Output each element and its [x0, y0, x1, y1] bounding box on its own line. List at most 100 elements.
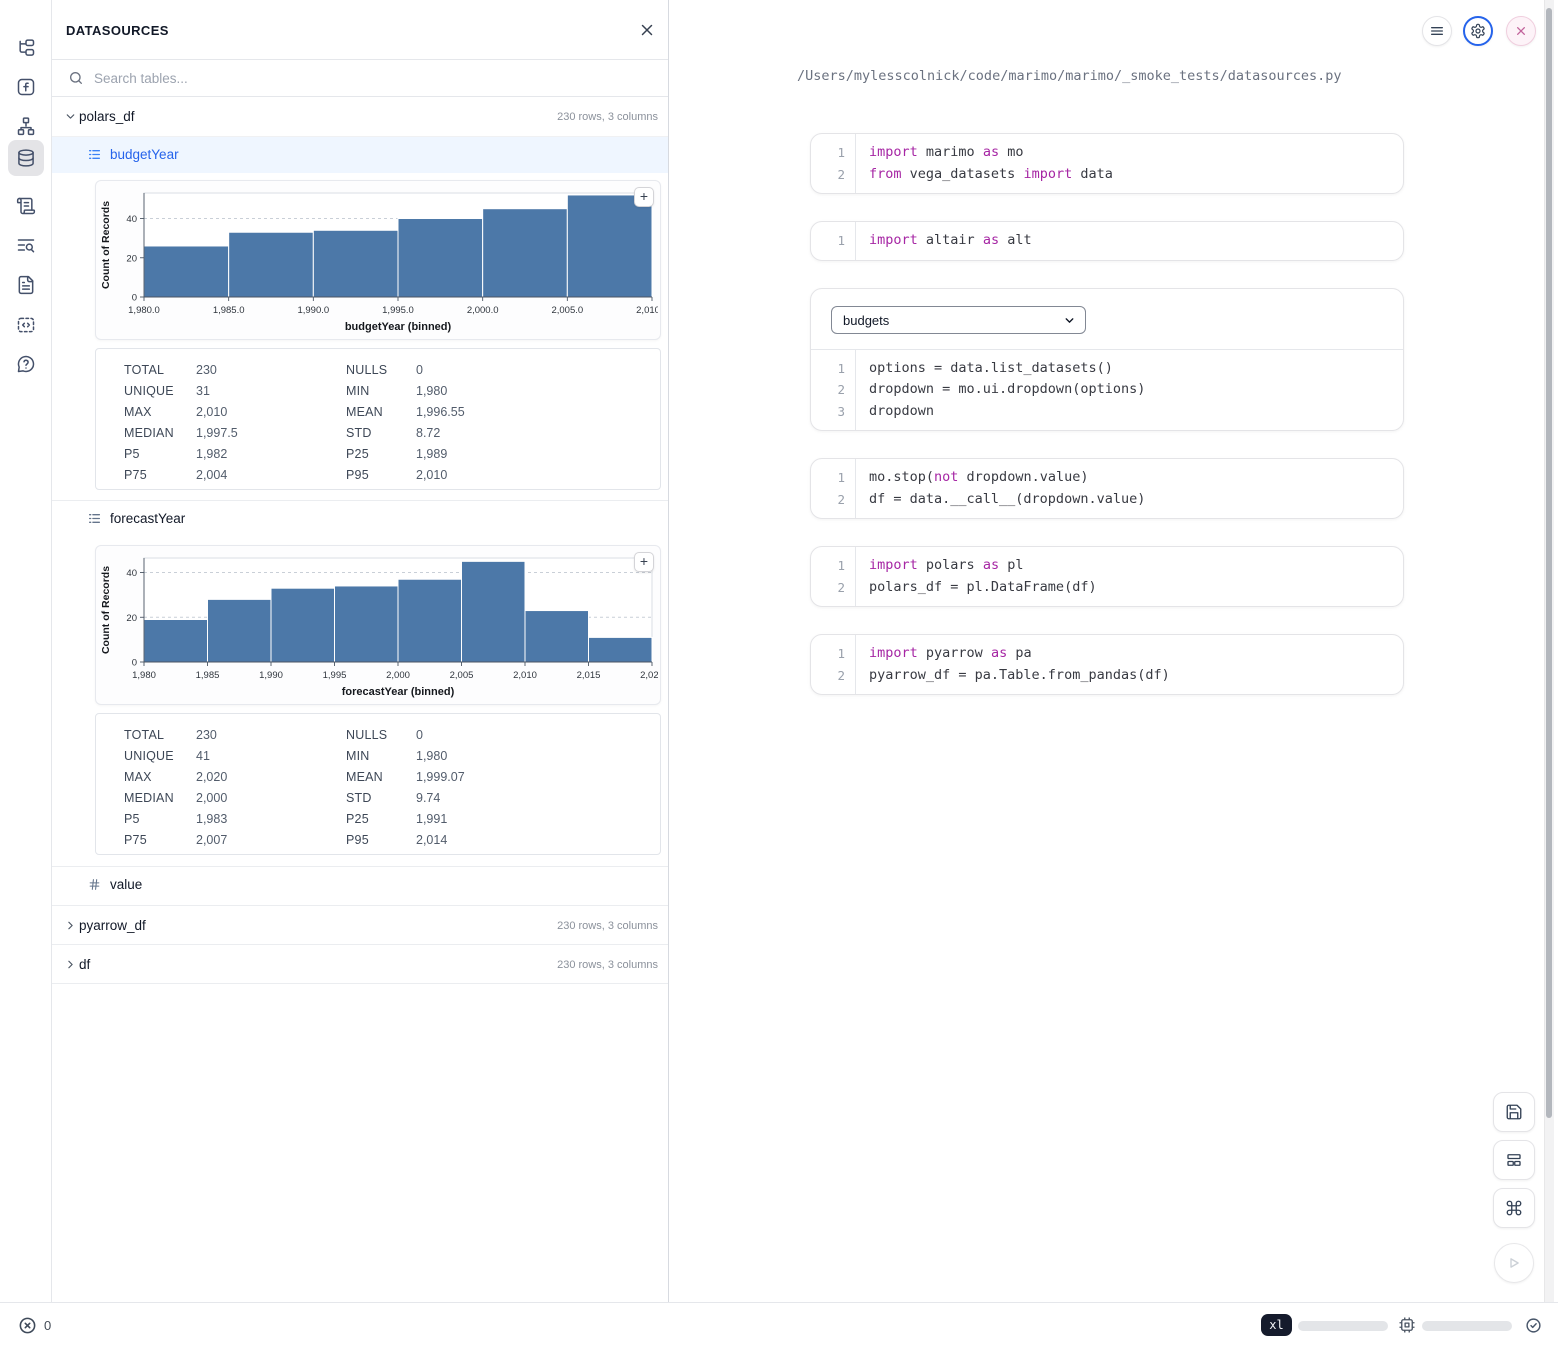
code-editor[interactable]: 1import altair as alt — [811, 222, 1403, 260]
stat-value: 1,999.07 — [416, 770, 648, 784]
run-all-button[interactable] — [1494, 1243, 1534, 1283]
function-icon — [16, 77, 36, 97]
stat-label: P5 — [124, 447, 196, 461]
code-cell-6: 1import pyarrow as pa2pyarrow_df = pa.Ta… — [810, 634, 1404, 695]
column-row-value[interactable]: value — [52, 867, 668, 905]
memory-usage-bar — [1298, 1321, 1388, 1331]
svg-text:2,010: 2,010 — [513, 670, 537, 681]
sidebar-snippets-button[interactable] — [8, 307, 44, 343]
layout-toggle-button[interactable] — [1493, 1140, 1535, 1180]
code-line[interactable]: 1import polars as pl — [811, 555, 1403, 577]
code-line[interactable]: 2 from vega_datasets import data — [811, 164, 1403, 186]
stat-value: 1,991 — [416, 812, 648, 826]
search-input[interactable] — [94, 60, 654, 96]
expand-chart-button[interactable]: + — [634, 187, 654, 207]
code-line[interactable]: 2dropdown = mo.ui.dropdown(options) — [811, 379, 1403, 401]
code-line[interactable]: 1mo.stop(not dropdown.value) — [811, 467, 1403, 489]
code-line[interactable]: 2polars_df = pl.DataFrame(df) — [811, 577, 1403, 599]
list-column-icon — [88, 148, 101, 161]
tool-rail — [0, 0, 52, 1302]
sidebar-scratchpad-button[interactable] — [8, 188, 44, 224]
gear-icon — [1470, 23, 1486, 39]
editor-area: /Users/mylesscolnick/code/marimo/marimo/… — [669, 0, 1558, 1302]
code-line[interactable]: 2df = data.__call__(dropdown.value) — [811, 489, 1403, 511]
stat-value: 0 — [416, 728, 648, 742]
code-cell-2: 1import altair as alt — [810, 221, 1404, 261]
column-row-budgetYear[interactable]: budgetYear — [52, 137, 668, 173]
sidebar-function-button[interactable] — [8, 69, 44, 105]
svg-text:2,005: 2,005 — [450, 670, 474, 681]
stat-value: 9.74 — [416, 791, 648, 805]
code-text: from vega_datasets import data — [869, 164, 1113, 186]
stat-label: MEDIAN — [124, 791, 196, 805]
sidebar-help-button[interactable] — [8, 346, 44, 382]
column-label: value — [110, 877, 142, 892]
stat-label: P75 — [124, 833, 196, 847]
chevron-down-icon — [1063, 314, 1076, 327]
column-row-forecastYear[interactable]: forecastYear — [52, 501, 668, 537]
code-text: mo.stop(not dropdown.value) — [869, 467, 1088, 489]
code-line[interactable]: 1options = data.list_datasets() — [811, 358, 1403, 380]
chevron-right-icon — [64, 919, 77, 932]
stat-value: 2,000 — [196, 791, 346, 805]
table-row-df[interactable]: df 230 rows, 3 columns — [52, 944, 668, 984]
budgetYear-histogram: 020401,980.01,985.01,990.01,995.02,000.0… — [98, 185, 658, 337]
cell-output: budgets — [811, 289, 1403, 349]
sidebar-dependency-graph-button[interactable] — [8, 108, 44, 144]
svg-text:Count of Records: Count of Records — [100, 201, 112, 289]
expand-chart-button[interactable]: + — [634, 552, 654, 572]
line-number: 1 — [811, 643, 845, 665]
documentation-icon — [16, 275, 36, 295]
stat-value: 1,997.5 — [196, 426, 346, 440]
errors-indicator-icon[interactable] — [18, 1316, 37, 1335]
sidebar-datasources-button[interactable] — [8, 140, 44, 176]
save-button[interactable] — [1493, 1092, 1535, 1132]
svg-text:20: 20 — [126, 253, 137, 264]
stat-label: MAX — [124, 770, 196, 784]
sidebar-documentation-button[interactable] — [8, 267, 44, 303]
search-icon — [68, 70, 84, 86]
stat-label: UNIQUE — [124, 384, 196, 398]
svg-text:1,995: 1,995 — [323, 670, 347, 681]
code-editor[interactable]: 1import polars as pl2polars_df = pl.Data… — [811, 547, 1403, 606]
stat-value: 230 — [196, 363, 346, 377]
sidebar-file-tree-button[interactable] — [8, 30, 44, 66]
code-editor[interactable]: 1mo.stop(not dropdown.value)2df = data._… — [811, 459, 1403, 518]
code-editor[interactable]: 1import marimo as mo2 from vega_datasets … — [811, 134, 1403, 193]
dataset-dropdown[interactable]: budgets — [831, 306, 1086, 334]
line-number: 2 — [811, 665, 845, 687]
svg-text:2,005.0: 2,005.0 — [551, 305, 583, 316]
budgetYear-histogram-card: 020401,980.01,985.01,990.01,995.02,000.0… — [95, 180, 661, 340]
table-meta: 230 rows, 3 columns — [557, 111, 658, 123]
connection-status-icon[interactable] — [1525, 1317, 1542, 1334]
code-editor[interactable]: 1options = data.list_datasets()2dropdown… — [811, 350, 1403, 431]
code-editor[interactable]: 1import pyarrow as pa2pyarrow_df = pa.Ta… — [811, 635, 1403, 694]
table-row-polars-df[interactable]: polars_df 230 rows, 3 columns — [52, 97, 668, 137]
code-line[interactable]: 1import marimo as mo — [811, 142, 1403, 164]
line-number: 2 — [811, 164, 845, 186]
notebook-menu-button[interactable] — [1422, 16, 1452, 46]
keyboard-shortcuts-button[interactable] — [1493, 1188, 1535, 1228]
scrollbar-thumb[interactable] — [1546, 8, 1552, 1118]
line-number: 1 — [811, 142, 845, 164]
close-icon[interactable] — [638, 21, 656, 39]
stat-label: MEAN — [346, 405, 416, 419]
forecastYear-histogram-card: 020401,9801,9851,9901,9952,0002,0052,010… — [95, 545, 661, 705]
code-line[interactable]: 1import altair as alt — [811, 230, 1403, 252]
stat-label: STD — [346, 791, 416, 805]
shutdown-button[interactable] — [1506, 16, 1536, 46]
stat-value: 2,010 — [416, 468, 648, 482]
settings-button[interactable] — [1463, 16, 1493, 46]
sidebar-table-search-button[interactable] — [8, 227, 44, 263]
svg-text:2,015: 2,015 — [577, 670, 601, 681]
code-text: dropdown — [869, 401, 934, 423]
search-row — [52, 60, 668, 97]
stat-label: P25 — [346, 812, 416, 826]
table-row-pyarrow-df[interactable]: pyarrow_df 230 rows, 3 columns — [52, 905, 668, 945]
stat-label: MIN — [346, 749, 416, 763]
size-badge[interactable]: xl — [1261, 1314, 1292, 1336]
code-line[interactable]: 2pyarrow_df = pa.Table.from_pandas(df) — [811, 665, 1403, 687]
code-line[interactable]: 1import pyarrow as pa — [811, 643, 1403, 665]
code-line[interactable]: 3dropdown — [811, 401, 1403, 423]
table-name: df — [79, 957, 90, 972]
